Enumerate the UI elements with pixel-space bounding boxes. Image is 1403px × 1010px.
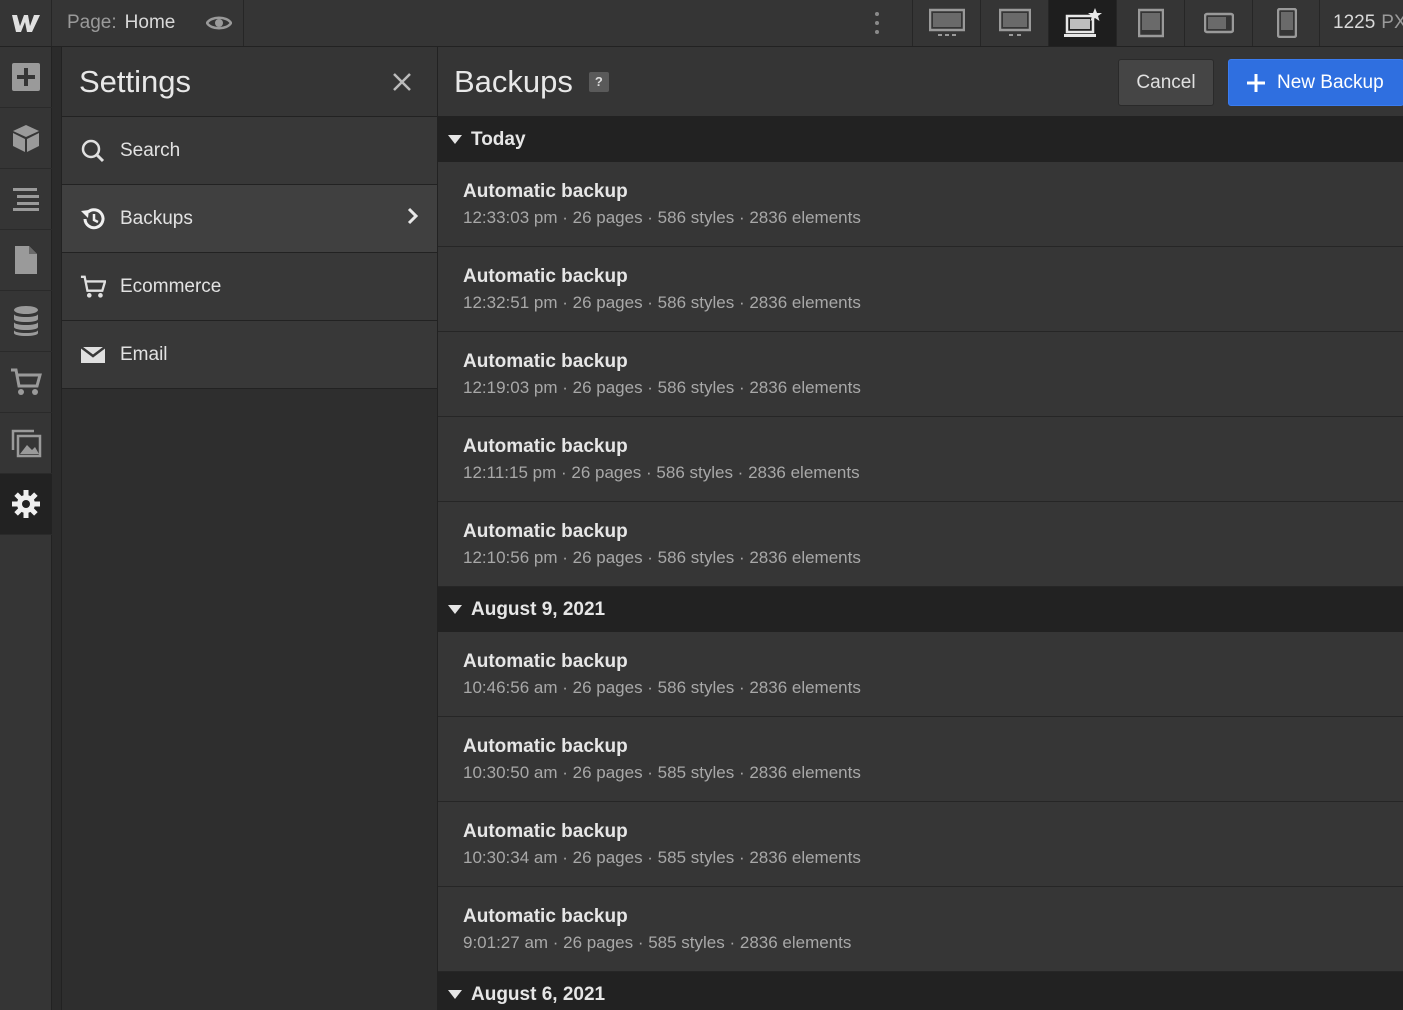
backup-meta: 12:32:51 pm · 26 pages · 586 styles · 28… xyxy=(463,293,861,312)
navigator-panel-button[interactable] xyxy=(0,169,52,230)
chevron-right-icon xyxy=(407,207,419,231)
backup-name: Automatic backup xyxy=(463,181,628,202)
add-icon xyxy=(12,63,40,91)
settings-item-label: Email xyxy=(120,343,168,365)
backup-list: Today Automatic backup 12:33:03 pm · 26 pa… xyxy=(438,117,1403,1010)
settings-item-email[interactable]: Email xyxy=(62,321,437,389)
plus-icon xyxy=(1247,73,1265,92)
backup-meta: 12:19:03 pm · 26 pages · 586 styles · 28… xyxy=(463,378,861,397)
cancel-button[interactable]: Cancel xyxy=(1118,59,1214,106)
backup-meta: 10:46:56 am · 26 pages · 586 styles · 28… xyxy=(463,678,861,697)
pages-panel-button[interactable] xyxy=(0,230,52,291)
backup-meta: 10:30:34 am · 26 pages · 585 styles · 28… xyxy=(463,848,861,867)
cube-icon xyxy=(13,125,39,152)
caret-down-icon xyxy=(448,134,462,145)
backup-row[interactable]: Automatic backup 12:10:56 pm · 26 pages ·… xyxy=(438,502,1403,587)
close-icon[interactable] xyxy=(389,69,415,95)
pages-icon xyxy=(15,246,37,274)
backup-name: Automatic backup xyxy=(463,521,628,542)
backups-header: Backups ? Cancel New Backup xyxy=(438,47,1403,117)
backup-group-title: August 6, 2021 xyxy=(471,983,606,1005)
backup-row[interactable]: Automatic backup 10:46:56 am · 26 pages ·… xyxy=(438,632,1403,717)
breakpoint-1440-icon[interactable] xyxy=(980,0,1048,46)
new-backup-label: New Backup xyxy=(1277,71,1384,93)
navigator-icon xyxy=(13,188,39,211)
settings-item-label: Ecommerce xyxy=(120,275,222,297)
search-icon xyxy=(80,138,106,164)
backup-row[interactable]: Automatic backup 12:33:03 pm · 26 pages ·… xyxy=(438,162,1403,247)
settings-panel-button[interactable] xyxy=(0,474,52,535)
add-panel-button[interactable] xyxy=(0,47,52,108)
backup-group-title: Today xyxy=(471,128,526,150)
caret-down-icon xyxy=(448,989,462,1000)
breakpoint-landscape-icon[interactable] xyxy=(1184,0,1252,46)
preview-eye-icon[interactable] xyxy=(194,0,244,46)
backup-name: Automatic backup xyxy=(463,436,628,457)
backup-meta: 12:11:15 pm · 26 pages · 586 styles · 28… xyxy=(463,463,860,482)
backup-row[interactable]: Automatic backup 10:30:50 am · 26 pages ·… xyxy=(438,717,1403,802)
backup-name: Automatic backup xyxy=(463,906,628,927)
symbols-panel-button[interactable] xyxy=(0,108,52,169)
assets-panel-button[interactable] xyxy=(0,413,52,474)
backup-row[interactable]: Automatic backup 10:30:34 am · 26 pages ·… xyxy=(438,802,1403,887)
history-icon xyxy=(80,206,106,232)
backup-row[interactable]: Automatic backup 12:19:03 pm · 26 pages ·… xyxy=(438,332,1403,417)
help-icon[interactable]: ? xyxy=(588,71,609,92)
backup-meta: 10:30:50 am · 26 pages · 585 styles · 28… xyxy=(463,763,861,782)
breakpoint-1920-icon[interactable] xyxy=(912,0,980,46)
canvas-width-value: 1225 xyxy=(1333,12,1376,33)
backup-row[interactable]: Automatic backup 12:11:15 pm · 26 pages ·… xyxy=(438,417,1403,502)
backups-panel: Backups ? Cancel New Backup Today Automat… xyxy=(438,47,1403,1010)
backup-name: Automatic backup xyxy=(463,651,628,672)
backup-name: Automatic backup xyxy=(463,266,628,287)
canvas-width-unit: PX xyxy=(1381,12,1403,33)
backup-meta: 12:10:56 pm · 26 pages · 586 styles · 28… xyxy=(463,548,861,567)
envelope-icon xyxy=(80,342,106,368)
backup-group-header[interactable]: Today xyxy=(438,117,1403,162)
canvas-width-readout: 1225PX xyxy=(1319,0,1403,46)
new-backup-button[interactable]: New Backup xyxy=(1228,59,1403,106)
settings-item-label: Backups xyxy=(120,207,193,229)
settings-panel: Settings Search Backups Ecommerce Email xyxy=(61,47,438,1010)
breakpoint-portrait-icon[interactable] xyxy=(1252,0,1320,46)
webflow-logo[interactable] xyxy=(0,0,52,46)
backup-row[interactable]: Automatic backup 12:32:51 pm · 26 pages ·… xyxy=(438,247,1403,332)
left-toolbar xyxy=(0,47,52,1010)
ecommerce-panel-button[interactable] xyxy=(0,352,52,413)
caret-down-icon xyxy=(448,604,462,615)
settings-item-ecommerce[interactable]: Ecommerce xyxy=(62,253,437,321)
backups-title: Backups xyxy=(454,63,573,99)
backup-meta: 12:33:03 pm · 26 pages · 586 styles · 28… xyxy=(463,208,861,227)
cart-icon xyxy=(80,274,106,300)
ecommerce-icon xyxy=(11,368,42,395)
backup-name: Automatic backup xyxy=(463,351,628,372)
backup-group-title: August 9, 2021 xyxy=(471,598,606,620)
settings-item-label: Search xyxy=(120,139,181,161)
breakpoint-desktop-base-icon[interactable] xyxy=(1048,0,1116,46)
backup-group-header[interactable]: August 9, 2021 xyxy=(438,587,1403,632)
settings-header: Settings xyxy=(62,47,437,117)
settings-item-backups[interactable]: Backups xyxy=(62,185,437,253)
backup-meta: 9:01:27 am · 26 pages · 585 styles · 283… xyxy=(463,933,852,952)
page-name: Home xyxy=(124,12,176,33)
breakpoint-switcher xyxy=(912,0,1320,46)
backup-row[interactable]: Automatic backup 9:01:27 am · 26 pages · … xyxy=(438,887,1403,972)
cms-icon xyxy=(14,306,38,336)
backup-name: Automatic backup xyxy=(463,736,628,757)
page-selector[interactable]: Page: Home xyxy=(67,0,175,46)
backup-group-header[interactable]: August 6, 2021 xyxy=(438,972,1403,1010)
assets-icon xyxy=(11,429,42,458)
backup-name: Automatic backup xyxy=(463,821,628,842)
settings-title: Settings xyxy=(79,63,192,99)
settings-item-search[interactable]: Search xyxy=(62,117,437,185)
cms-panel-button[interactable] xyxy=(0,291,52,352)
more-options-icon[interactable] xyxy=(862,0,892,46)
settings-icon xyxy=(12,490,40,518)
breakpoint-tablet-icon[interactable] xyxy=(1116,0,1184,46)
designer-app: Page: Home 1225 P Settings Search Backup… xyxy=(0,0,1403,1010)
page-key: Page: xyxy=(67,12,117,33)
top-bar: Page: Home 1225 P xyxy=(0,0,1403,47)
